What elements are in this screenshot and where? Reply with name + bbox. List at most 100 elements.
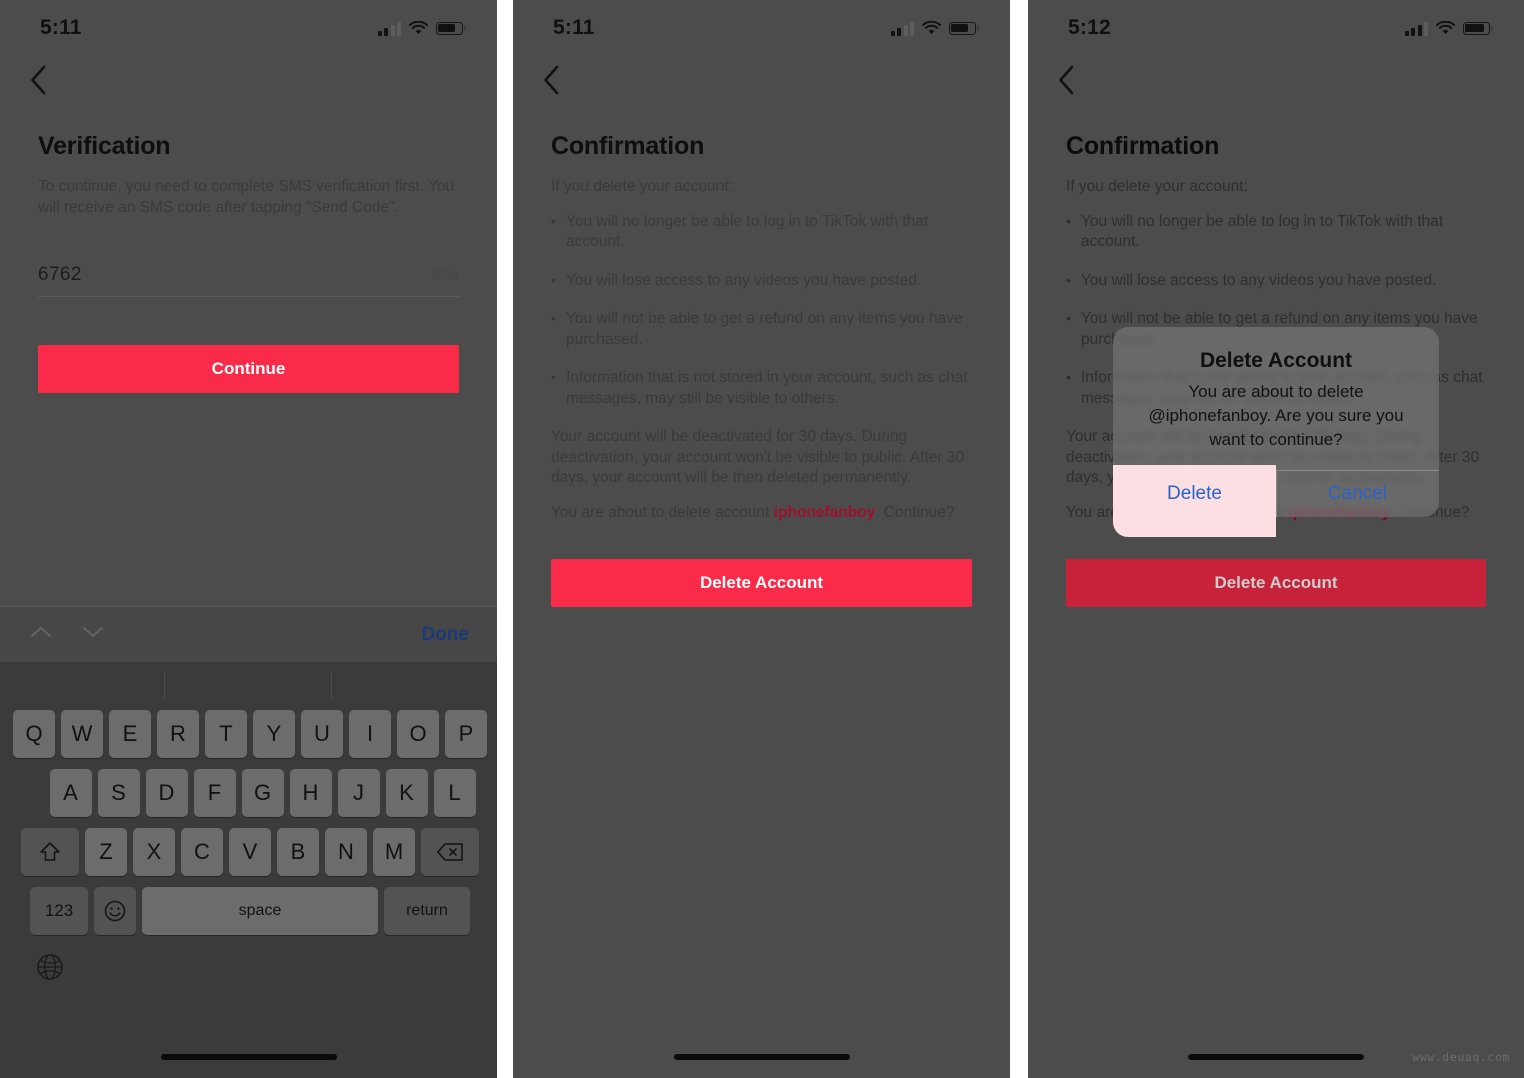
nav-bar — [0, 56, 497, 108]
keyboard-row-1: Q W E R T Y U I O P — [0, 710, 497, 758]
chevron-down-icon — [82, 625, 104, 644]
deactivation-notice: Your account will be deactivated for 30 … — [551, 428, 965, 486]
key-x[interactable]: X — [133, 828, 175, 876]
predictive-divider — [164, 672, 165, 700]
key-s[interactable]: S — [97, 769, 140, 817]
next-field-button[interactable] — [78, 620, 108, 650]
nav-bar — [513, 56, 1010, 108]
verification-description: To continue, you need to complete SMS ve… — [38, 178, 455, 216]
key-z[interactable]: Z — [85, 828, 127, 876]
consequences-list: You will no longer be able to log in to … — [551, 211, 972, 410]
phone-panel-confirmation-dialog: 5:12 Confirmation If you delete your acc… — [1028, 0, 1524, 1078]
emoji-icon — [103, 899, 127, 923]
panel-gap — [497, 0, 513, 1078]
onscreen-keyboard: Q W E R T Y U I O P A S D F G H J K L Z … — [0, 662, 497, 1078]
key-a[interactable]: A — [49, 769, 92, 817]
backspace-icon — [436, 842, 464, 862]
account-name: iphonefanboy — [773, 503, 876, 521]
wifi-icon — [408, 20, 429, 36]
final-confirmation-text: You are about to delete account iphonefa… — [551, 503, 972, 524]
key-v[interactable]: V — [229, 828, 271, 876]
home-indicator — [160, 1054, 337, 1060]
key-r[interactable]: R — [157, 710, 199, 758]
key-m[interactable]: M — [373, 828, 415, 876]
screenshot-stage: 5:11 Verification To continue, you need … — [0, 0, 1524, 1078]
chevron-left-icon — [542, 65, 560, 95]
wifi-icon — [921, 20, 942, 36]
alert-scrim — [1028, 0, 1524, 1078]
key-h[interactable]: H — [289, 769, 332, 817]
status-time: 5:11 — [40, 16, 82, 39]
shift-key[interactable] — [21, 828, 79, 876]
code-input-row[interactable]: 6762 49s — [38, 264, 459, 296]
key-f[interactable]: F — [193, 769, 236, 817]
shift-icon — [39, 840, 61, 864]
key-t[interactable]: T — [205, 710, 247, 758]
key-o[interactable]: O — [397, 710, 439, 758]
alert-delete-button[interactable]: Delete — [1113, 471, 1276, 517]
sms-code-input[interactable]: 6762 — [38, 264, 82, 286]
key-y[interactable]: Y — [253, 710, 295, 758]
key-u[interactable]: U — [301, 710, 343, 758]
key-d[interactable]: D — [145, 769, 188, 817]
panel-gap — [1010, 0, 1028, 1078]
back-button[interactable] — [16, 58, 60, 102]
key-n[interactable]: N — [325, 828, 367, 876]
cellular-signal-icon — [890, 21, 914, 36]
field-nav-arrows — [26, 620, 108, 650]
list-item: You will lose access to any videos you h… — [551, 270, 972, 292]
battery-icon — [949, 21, 980, 35]
backspace-key[interactable] — [421, 828, 479, 876]
alert-body: Delete Account You are about to delete @… — [1113, 327, 1439, 470]
key-b[interactable]: B — [277, 828, 319, 876]
primary-action-wrap: Delete Account — [551, 559, 972, 607]
key-w[interactable]: W — [61, 710, 103, 758]
phone-panel-confirmation: 5:11 Confirmation If you delete your acc… — [513, 0, 1010, 1078]
phone-panel-verification: 5:11 Verification To continue, you need … — [0, 0, 497, 1078]
page-title: Confirmation — [551, 132, 705, 160]
key-e[interactable]: E — [109, 710, 151, 758]
key-q[interactable]: Q — [13, 710, 55, 758]
back-button[interactable] — [529, 58, 573, 102]
chevron-left-icon — [29, 65, 47, 95]
primary-action-wrap: Continue — [38, 345, 459, 393]
delete-account-alert: Delete Account You are about to delete @… — [1113, 327, 1439, 537]
key-p[interactable]: P — [445, 710, 487, 758]
predictive-bar — [0, 662, 497, 710]
continue-button[interactable]: Continue — [38, 345, 459, 393]
status-indicators — [377, 20, 467, 36]
globe-icon — [35, 952, 65, 987]
emoji-key[interactable] — [94, 887, 136, 935]
status-bar: 5:11 — [0, 0, 497, 56]
alert-delete-label: Delete — [1167, 483, 1222, 504]
previous-field-button[interactable] — [26, 620, 56, 650]
key-j[interactable]: J — [337, 769, 380, 817]
list-item: Information that is not stored in your a… — [551, 367, 972, 409]
alert-cancel-button[interactable]: Cancel — [1276, 471, 1439, 517]
alert-title: Delete Account — [1199, 349, 1353, 372]
alert-cancel-label: Cancel — [1327, 483, 1388, 504]
return-key[interactable]: return — [384, 887, 470, 935]
key-k[interactable]: K — [385, 769, 428, 817]
battery-icon — [436, 21, 467, 35]
key-i[interactable]: I — [349, 710, 391, 758]
alert-actions: Delete Cancel — [1113, 465, 1439, 537]
numeric-key[interactable]: 123 — [30, 887, 88, 935]
keyboard-globe-row — [0, 949, 497, 989]
keyboard-done-button[interactable]: Done — [422, 624, 470, 646]
key-l[interactable]: L — [433, 769, 476, 817]
page-title: Verification — [38, 132, 171, 160]
key-c[interactable]: C — [181, 828, 223, 876]
delete-account-button[interactable]: Delete Account — [551, 559, 972, 607]
status-indicators — [890, 20, 980, 36]
final-suffix: . Continue? — [875, 503, 955, 521]
list-item: You will not be able to get a refund on … — [551, 308, 972, 350]
status-time: 5:11 — [553, 16, 595, 39]
globe-key[interactable] — [30, 949, 70, 989]
chevron-up-icon — [30, 625, 52, 644]
space-key[interactable]: space — [142, 887, 378, 935]
screen-content: Confirmation If you delete your account:… — [513, 108, 1010, 1078]
resend-timer: 49s — [431, 265, 459, 284]
keyboard-row-3: Z X C V B N M — [0, 828, 497, 876]
key-g[interactable]: G — [241, 769, 284, 817]
